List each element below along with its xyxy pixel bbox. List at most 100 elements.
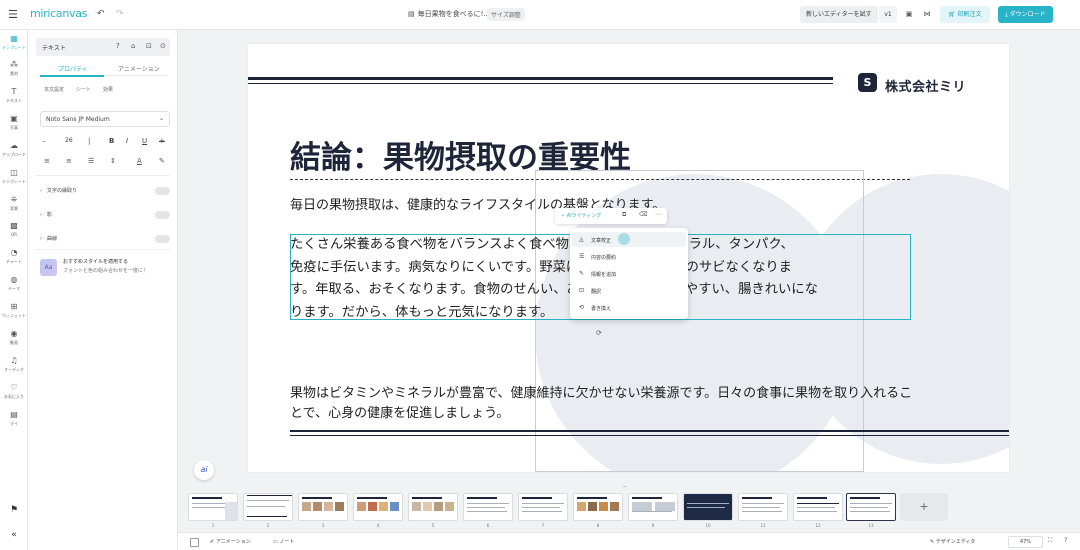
increase-size-icon[interactable]: | <box>88 137 90 145</box>
rail-item-widget[interactable]: ⊞ ウィジェット <box>0 302 28 319</box>
menu-item-translate[interactable]: ⊡ 翻訳 <box>572 283 686 298</box>
rail-item-photo[interactable]: ▣ 写真 <box>0 114 28 131</box>
slide-thumbnail[interactable] <box>243 493 293 521</box>
print-order-button[interactable]: 🛒︎ 印刷注文 <box>940 6 990 23</box>
slide-thumbnail[interactable] <box>408 493 458 521</box>
zoom-select[interactable]: 47% <box>1008 536 1043 548</box>
rail-item-background[interactable]: ⁜ 背景 <box>0 195 28 212</box>
present-icon[interactable]: ▣ <box>902 6 916 23</box>
animation-button[interactable]: ✐ アニメーション <box>210 538 251 545</box>
rail-label: 素材 <box>10 71 18 76</box>
conclusion-line: 果物はビタミンやミネラルが豊富で、健康維持に欠かせない栄養源です。日々の食事に果… <box>290 386 913 401</box>
new-editor-button[interactable]: 新しいエディターを試す <box>800 6 878 23</box>
collapse-panel-icon[interactable]: « <box>8 530 20 540</box>
slide-thumbnail[interactable] <box>188 493 238 521</box>
rail-item-favorite[interactable]: ♡ お気に入り <box>0 383 28 400</box>
section-curve[interactable]: › 曲線 <box>40 235 57 242</box>
rotate-handle-icon[interactable]: ⟳ <box>596 329 602 337</box>
slide-thumbnail[interactable] <box>793 493 843 521</box>
ai-writing-button[interactable]: ✧ AIライティング <box>561 212 601 219</box>
trash-icon[interactable]: ⌫ <box>639 211 647 218</box>
text-color-icon[interactable]: A <box>137 157 142 165</box>
undo-icon[interactable]: ↶ <box>97 9 105 19</box>
menu-icon[interactable]: ☰ <box>8 8 18 21</box>
section-outline[interactable]: › 文字の縁取り <box>40 187 77 194</box>
document-title[interactable]: ▤ 毎日果物を食べるに!... <box>408 9 490 19</box>
version-button[interactable]: v1 <box>879 6 897 23</box>
header-rule <box>248 77 833 80</box>
underline-icon[interactable]: U <box>142 137 147 145</box>
menu-item-rewrite[interactable]: ⟲ 書き換え <box>572 300 686 315</box>
list-icon[interactable]: ☰ <box>88 157 94 165</box>
more-icon[interactable]: ⋯ <box>655 211 661 218</box>
slide-thumbnail[interactable] <box>463 493 513 521</box>
resize-button[interactable]: サイズ調整 <box>487 8 525 21</box>
menu-item-summarize[interactable]: ☰ 内容の要約 <box>572 249 686 264</box>
rail-item-my[interactable]: ▤ マイ <box>0 410 28 427</box>
style-suggestion[interactable]: Aa おすすめスタイルを適用する フォントと色の組み合わせを一度に！ <box>40 257 170 281</box>
slide-thumbnail[interactable] <box>683 493 733 521</box>
slide-thumbnail[interactable] <box>738 493 788 521</box>
properties-panel: テキスト ? ⌂ ⊡ ⊙ プロパティ アニメーション 本文設定 シート 効果 N… <box>28 30 178 550</box>
strikethrough-icon[interactable]: + <box>159 137 165 145</box>
rail-item-theme[interactable]: ◍ テーマ <box>0 275 28 292</box>
conclusion-text[interactable]: 果物はビタミンやミネラルが豊富で、健康維持に欠かせない栄養源です。日々の食事に果… <box>290 384 914 424</box>
translate-icon: ⊡ <box>579 287 585 294</box>
design-editor-button[interactable]: ✎ デザインエディタ <box>930 538 975 545</box>
logo[interactable]: miricanvas <box>30 7 87 20</box>
download-button[interactable]: ⤓ ダウンロード <box>998 6 1053 23</box>
italic-icon[interactable]: I <box>126 137 128 145</box>
rail-item-qr[interactable]: ▩ QR <box>0 221 28 237</box>
slide-thumbnail[interactable] <box>353 493 403 521</box>
align-left-icon[interactable]: ≡ <box>44 157 50 165</box>
shadow-toggle[interactable] <box>155 211 170 219</box>
rail-label: テンプレート <box>2 45 26 50</box>
note-button[interactable]: ▭ ノート <box>273 538 294 545</box>
slide-thumbnail[interactable] <box>628 493 678 521</box>
align-center-icon[interactable]: ≡ <box>66 157 72 165</box>
bookmark-icon[interactable]: ⚑ <box>8 505 20 515</box>
copy-icon[interactable]: ⧉ <box>622 211 626 219</box>
help-icon[interactable]: ? <box>1064 537 1067 544</box>
line-height-icon[interactable]: ⇕ <box>110 157 116 165</box>
section-shadow[interactable]: › 影 <box>40 211 52 218</box>
curve-toggle[interactable] <box>155 235 170 243</box>
rail-item-template[interactable]: ▦ テンプレート <box>0 34 28 51</box>
font-size-value[interactable]: 26 <box>65 137 73 144</box>
bold-icon[interactable]: B <box>109 137 114 145</box>
tab-animation[interactable]: アニメーション <box>118 64 160 73</box>
ai-assistant-button[interactable]: ai <box>194 460 214 480</box>
mytemplate-icon: ◫ <box>10 168 18 177</box>
rail-item-upload[interactable]: ☁ アップロード <box>0 141 28 158</box>
slide-number: 11 <box>760 523 766 528</box>
subtab-sheet[interactable]: シート <box>76 86 91 93</box>
help-icon[interactable]: ? <box>116 42 120 50</box>
outline-toggle[interactable] <box>155 187 170 195</box>
decrease-size-icon[interactable]: – <box>42 137 46 145</box>
rail-item-element[interactable]: ⁂ 素材 <box>0 60 28 77</box>
subtab-text-settings[interactable]: 本文設定 <box>44 86 64 93</box>
slide-thumbnail[interactable] <box>298 493 348 521</box>
rail-item-chart[interactable]: ◔ チャート <box>0 248 28 265</box>
subtab-effect[interactable]: 効果 <box>103 86 113 93</box>
slide-thumbnail[interactable] <box>518 493 568 521</box>
slide-thumbnail-active[interactable] <box>846 493 896 521</box>
menu-item-expand[interactable]: ✎ 情報を追加 <box>572 266 686 281</box>
rail-item-audio[interactable]: ♫ オーディオ <box>0 356 28 373</box>
slide-number: 5 <box>431 523 435 528</box>
share-icon[interactable]: ⋈ <box>920 6 934 23</box>
redo-icon[interactable]: ↷ <box>116 9 124 19</box>
tab-properties[interactable]: プロパティ <box>58 64 88 73</box>
rail-item-text[interactable]: T テキスト <box>0 87 28 104</box>
rail-item-mytemplate[interactable]: ◫ テンプレート <box>0 168 28 185</box>
fullscreen-icon[interactable]: ⛶ <box>1048 537 1052 545</box>
font-select[interactable]: Noto Sans JP Medium ⌄ <box>40 111 170 127</box>
copy-style-icon[interactable]: ⌂ <box>131 42 135 50</box>
lock-icon[interactable]: ⊡ <box>146 42 152 50</box>
highlight-icon[interactable]: ✎ <box>159 157 165 165</box>
delete-icon[interactable]: ⊙ <box>160 42 166 50</box>
slide-thumbnail[interactable] <box>573 493 623 521</box>
add-slide-button[interactable]: + <box>900 493 948 521</box>
rail-item-video[interactable]: ◉ 動画 <box>0 329 28 346</box>
select-checkbox[interactable] <box>190 538 199 547</box>
